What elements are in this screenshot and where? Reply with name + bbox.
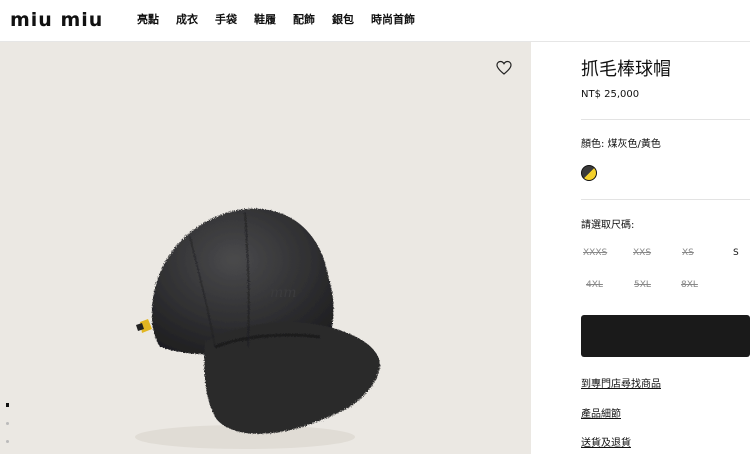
size-option-5xl[interactable]: 5XL <box>634 280 651 291</box>
size-option-4xl[interactable]: 4XL <box>586 280 603 291</box>
shipping-returns-link[interactable]: 送貨及退貨 <box>581 438 631 450</box>
divider <box>581 199 750 200</box>
size-option-s[interactable]: S <box>733 248 739 259</box>
nav-item-bags[interactable]: 手袋 <box>215 13 237 27</box>
size-option-xxxs[interactable]: XXXS <box>583 248 607 259</box>
nav-item-highlights[interactable]: 亮點 <box>137 13 159 27</box>
size-option-xxs[interactable]: XXS <box>633 248 651 259</box>
svg-text:mm: mm <box>270 285 297 301</box>
heart-icon[interactable] <box>496 60 512 76</box>
nav-item-ready-to-wear[interactable]: 成衣 <box>176 13 198 27</box>
gallery-dot-1[interactable] <box>6 403 9 407</box>
product-image-gallery[interactable]: mm <box>0 42 531 454</box>
find-in-store-link[interactable]: 到專門店尋找商品 <box>581 379 661 391</box>
nav-item-jewelry[interactable]: 時尚首飾 <box>371 13 415 27</box>
size-label: 請選取尺碼: <box>581 220 635 231</box>
color-swatch-charcoal-yellow[interactable] <box>581 165 597 181</box>
size-option-8xl[interactable]: 8XL <box>681 280 698 291</box>
divider <box>581 119 750 120</box>
product-title: 抓毛棒球帽 <box>581 59 671 80</box>
size-option-xs[interactable]: XS <box>682 248 694 259</box>
main-nav: 亮點 成衣 手袋 鞋履 配飾 銀包 時尚首飾 <box>137 13 432 27</box>
product-details-panel: 抓毛棒球帽 NT$ 25,000 顏色: 煤灰色/黃色 請選取尺碼: XXXS … <box>531 42 750 454</box>
add-to-bag-button[interactable] <box>581 315 750 357</box>
nav-item-wallets[interactable]: 銀包 <box>332 13 354 27</box>
gallery-dot-3[interactable] <box>6 440 9 443</box>
gallery-pagination <box>6 403 9 454</box>
product-photo-cap: mm <box>135 208 380 449</box>
product-price: NT$ 25,000 <box>581 89 640 100</box>
color-label: 顏色: 煤灰色/黃色 <box>581 139 661 150</box>
nav-item-accessories[interactable]: 配飾 <box>293 13 315 27</box>
nav-item-shoes[interactable]: 鞋履 <box>254 13 276 27</box>
site-header: miu miu 亮點 成衣 手袋 鞋履 配飾 銀包 時尚首飾 <box>0 0 750 42</box>
gallery-dot-2[interactable] <box>6 422 9 425</box>
brand-logo[interactable]: miu miu <box>10 9 103 31</box>
product-details-link[interactable]: 產品細節 <box>581 409 621 421</box>
